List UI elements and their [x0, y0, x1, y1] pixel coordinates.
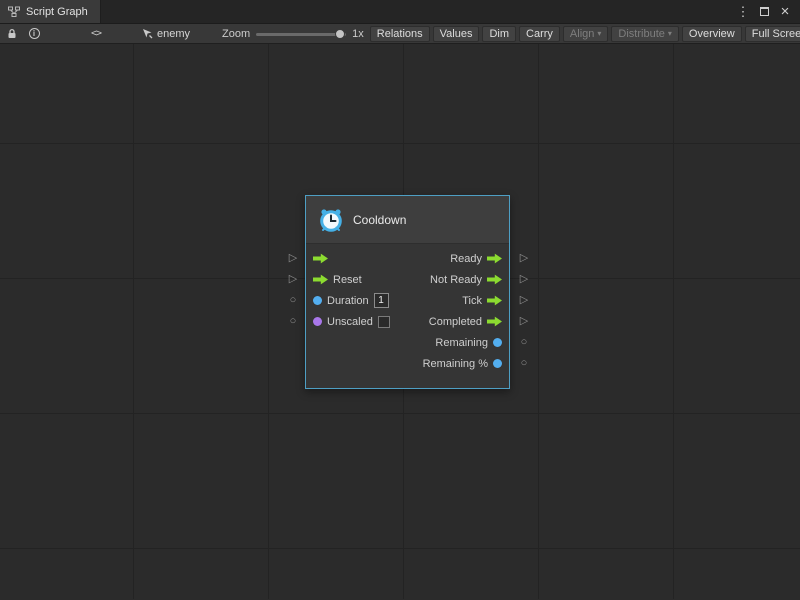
- flow-enter-port[interactable]: [313, 253, 328, 264]
- node-body: Ready Reset Not Ready: [306, 244, 509, 388]
- port-row: Duration Tick: [306, 290, 509, 311]
- duration-input[interactable]: [374, 293, 389, 308]
- reset-port[interactable]: Reset: [313, 274, 362, 286]
- remaining-percent-port[interactable]: Remaining %: [423, 358, 502, 370]
- close-icon[interactable]: ×: [778, 3, 792, 20]
- value-dot-icon: [493, 359, 502, 368]
- flow-arrow-icon: [487, 253, 502, 264]
- value-input-port[interactable]: ○: [286, 289, 300, 310]
- tick-port[interactable]: Tick: [462, 295, 502, 307]
- flow-arrow-icon: [313, 274, 328, 285]
- info-icon[interactable]: i: [26, 26, 42, 42]
- port-row: Remaining %: [306, 353, 509, 374]
- distribute-button: Distribute▾: [611, 26, 678, 42]
- value-output-port[interactable]: ○: [517, 331, 531, 352]
- lock-icon[interactable]: [4, 26, 20, 42]
- carry-button[interactable]: Carry: [519, 26, 560, 42]
- unscaled-port[interactable]: Unscaled: [313, 316, 390, 328]
- port-row: Ready: [306, 248, 509, 269]
- toolbar-buttons: Relations Values Dim Carry Align▾ Distri…: [370, 26, 800, 42]
- external-output-ports: ▷ ▷ ▷ ▷ ○ ○: [517, 247, 531, 373]
- external-input-ports: ▷ ▷ ○ ○: [286, 247, 300, 331]
- flow-output-port[interactable]: ▷: [517, 310, 531, 331]
- value-input-port[interactable]: ○: [286, 310, 300, 331]
- relations-button[interactable]: Relations: [370, 26, 430, 42]
- graph-toolbar: i <> enemy Zoom 1x Relations Values Dim …: [0, 24, 800, 44]
- cooldown-node-wrapper: ▷ ▷ ○ ○ ▷ ▷ ▷ ▷ ○ ○: [305, 195, 510, 389]
- zoom-slider-handle[interactable]: [335, 29, 345, 39]
- ready-port[interactable]: Ready: [450, 253, 502, 265]
- graph-breadcrumb[interactable]: enemy: [142, 28, 190, 40]
- remaining-port[interactable]: Remaining: [435, 337, 502, 349]
- value-output-port[interactable]: ○: [517, 352, 531, 373]
- window-titlebar: Script Graph ⋮ ×: [0, 0, 800, 24]
- not-ready-port[interactable]: Not Ready: [430, 274, 502, 286]
- code-icon[interactable]: <>: [88, 26, 104, 42]
- bool-dot-icon: [313, 317, 322, 326]
- zoom-control: Zoom 1x: [222, 28, 364, 40]
- tab-label: Script Graph: [26, 6, 88, 18]
- chevron-down-icon: ▾: [668, 30, 672, 38]
- graph-name-label: enemy: [157, 28, 190, 40]
- flow-arrow-icon: [487, 295, 502, 306]
- window-menu-icon[interactable]: ⋮: [736, 4, 750, 20]
- unscaled-checkbox[interactable]: [378, 316, 390, 328]
- value-dot-icon: [493, 338, 502, 347]
- maximize-icon[interactable]: [757, 4, 771, 19]
- flow-arrow-icon: [313, 253, 328, 264]
- alarm-clock-icon: [318, 207, 344, 233]
- duration-port[interactable]: Duration: [313, 293, 389, 308]
- node-title: Cooldown: [353, 213, 406, 227]
- cooldown-node[interactable]: Cooldown Ready Reset: [305, 195, 510, 389]
- dim-button[interactable]: Dim: [482, 26, 516, 42]
- port-row: Remaining: [306, 332, 509, 353]
- align-button: Align▾: [563, 26, 608, 42]
- overview-button[interactable]: Overview: [682, 26, 742, 42]
- port-row: Reset Not Ready: [306, 269, 509, 290]
- flow-arrow-icon: [487, 274, 502, 285]
- flow-output-port[interactable]: ▷: [517, 289, 531, 310]
- flow-arrow-icon: [487, 316, 502, 327]
- flow-input-port[interactable]: ▷: [286, 268, 300, 289]
- completed-port[interactable]: Completed: [429, 316, 502, 328]
- port-row: Unscaled Completed: [306, 311, 509, 332]
- script-graph-icon: [8, 6, 20, 18]
- tab-script-graph[interactable]: Script Graph: [0, 0, 101, 23]
- node-header[interactable]: Cooldown: [306, 196, 509, 244]
- window-controls: ⋮ ×: [736, 0, 800, 23]
- zoom-value: 1x: [352, 28, 364, 40]
- full-screen-button[interactable]: Full Screen: [745, 26, 800, 42]
- flow-output-port[interactable]: ▷: [517, 268, 531, 289]
- chevron-down-icon: ▾: [597, 30, 601, 38]
- flow-input-port[interactable]: ▷: [286, 247, 300, 268]
- zoom-label: Zoom: [222, 28, 250, 40]
- value-dot-icon: [313, 296, 322, 305]
- values-button[interactable]: Values: [433, 26, 480, 42]
- graph-pointer-icon: [142, 28, 153, 39]
- flow-output-port[interactable]: ▷: [517, 247, 531, 268]
- graph-canvas[interactable]: ▷ ▷ ○ ○ ▷ ▷ ▷ ▷ ○ ○: [0, 44, 800, 599]
- zoom-slider[interactable]: [256, 28, 346, 40]
